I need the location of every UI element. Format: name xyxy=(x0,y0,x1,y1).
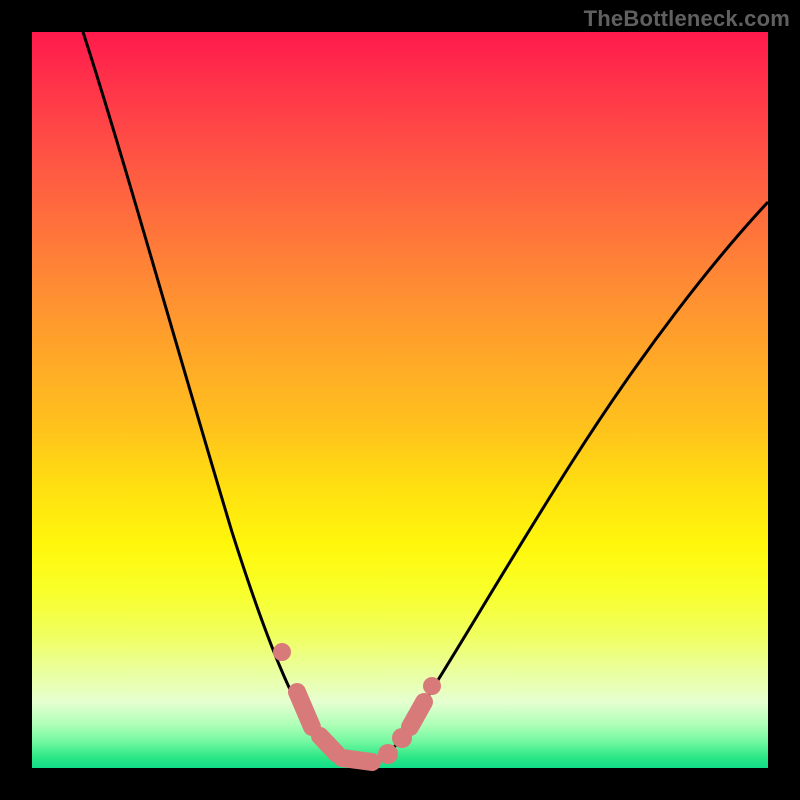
chart-frame: TheBottleneck.com xyxy=(0,0,800,800)
curve-path xyxy=(83,32,768,767)
plot-area xyxy=(32,32,768,768)
bottleneck-curve xyxy=(32,32,768,768)
watermark-text: TheBottleneck.com xyxy=(584,6,790,32)
trough-markers xyxy=(273,643,441,764)
